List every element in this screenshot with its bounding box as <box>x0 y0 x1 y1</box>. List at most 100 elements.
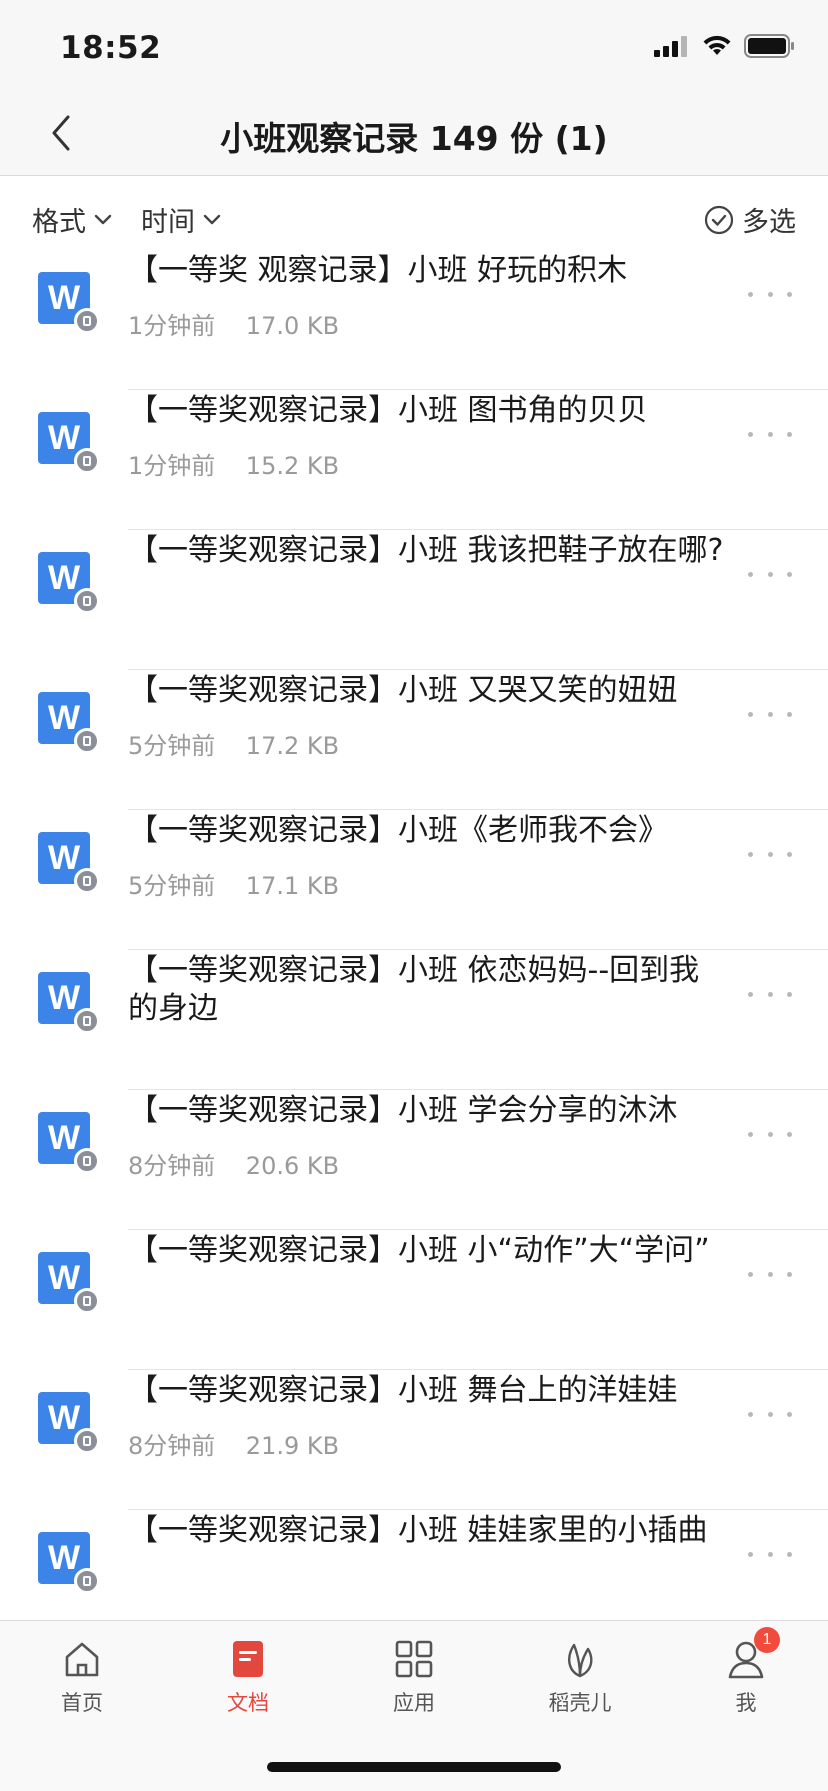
file-name: 【一等奖观察记录】小班 我该把鞋子放在哪? <box>128 533 724 568</box>
multi-select-button[interactable]: 多选 <box>704 200 796 239</box>
tab-label: 文档 <box>227 1691 269 1715</box>
file-size: 20.6 KB <box>245 1152 340 1180</box>
file-row[interactable]: W 【一等奖观察记录】小班 舞台上的洋娃娃 8分钟前 21.9 KB <box>0 1370 828 1510</box>
wps-document-icon: W <box>38 1112 100 1174</box>
leaf-icon <box>568 1643 593 1678</box>
time-filter[interactable]: 时间 <box>141 200 221 239</box>
tab-docer[interactable]: 稻壳儿 <box>520 1637 640 1717</box>
file-row[interactable]: W 【一等奖观察记录】小班 小“动作”大“学问” <box>0 1230 828 1370</box>
file-size: 17.1 KB <box>245 872 340 900</box>
battery-icon <box>744 34 794 58</box>
file-meta: 5分钟前 17.2 KB <box>128 726 339 761</box>
lock-icon <box>74 588 100 614</box>
nav-bar: 小班观察记录 149 份 (1) <box>0 90 828 176</box>
tab-label: 我 <box>735 1691 757 1715</box>
file-time: 1分钟前 <box>128 312 216 340</box>
file-name: 【一等奖观察记录】小班 依恋妈妈--回到我的身边 <box>128 953 700 1026</box>
status-icons <box>654 34 796 58</box>
file-meta: 8分钟前 20.6 KB <box>128 1146 339 1181</box>
file-time: 8分钟前 <box>128 1432 216 1460</box>
file-meta: 1分钟前 17.0 KB <box>128 306 339 341</box>
lock-icon <box>74 1148 100 1174</box>
more-options-button[interactable] <box>748 1404 792 1424</box>
page-title: 小班观察记录 149 份 (1) <box>220 119 608 158</box>
notification-badge: 1 <box>754 1627 780 1653</box>
multi-select-label: 多选 <box>742 207 796 238</box>
format-filter-label: 格式 <box>32 207 86 238</box>
time-filter-label: 时间 <box>141 207 195 238</box>
file-row[interactable]: W 【一等奖观察记录】小班 我该把鞋子放在哪? <box>0 530 828 670</box>
file-meta: 1分钟前 15.2 KB <box>128 446 339 481</box>
more-options-button[interactable] <box>748 564 792 584</box>
lock-icon <box>74 1288 100 1314</box>
apps-grid-icon <box>395 1640 433 1678</box>
more-options-button[interactable] <box>748 424 792 444</box>
file-row[interactable]: W 【一等奖观察记录】小班 图书角的贝贝 1分钟前 15.2 KB <box>0 390 828 530</box>
lock-icon <box>74 448 100 474</box>
wps-document-icon: W <box>38 1532 100 1594</box>
file-meta: 5分钟前 17.1 KB <box>128 866 339 901</box>
tab-apps[interactable]: 应用 <box>354 1637 474 1717</box>
lock-icon <box>74 1568 100 1594</box>
check-circle-icon <box>704 205 734 234</box>
home-icon <box>65 1642 99 1677</box>
file-name: 【一等奖观察记录】小班 图书角的贝贝 <box>128 393 648 428</box>
tab-label: 首页 <box>61 1691 103 1715</box>
cellular-signal-icon <box>654 36 687 57</box>
file-name: 【一等奖观察记录】小班 娃娃家里的小插曲 <box>128 1513 708 1548</box>
file-row[interactable]: W 【一等奖 观察记录】小班 好玩的积木 1分钟前 17.0 KB <box>0 250 828 390</box>
tab-me[interactable]: 1 我 <box>686 1627 806 1717</box>
lock-icon <box>74 308 100 334</box>
lock-icon <box>74 728 100 754</box>
lock-icon <box>74 1428 100 1454</box>
lock-icon <box>74 868 100 894</box>
file-row[interactable]: W 【一等奖观察记录】小班《老师我不会》 5分钟前 17.1 KB <box>0 810 828 950</box>
file-name: 【一等奖 观察记录】小班 好玩的积木 <box>128 253 628 288</box>
file-time: 5分钟前 <box>128 732 216 760</box>
more-options-button[interactable] <box>748 284 792 304</box>
status-bar: 18:52 <box>0 0 828 90</box>
wps-document-icon: W <box>38 692 100 754</box>
wps-document-icon: W <box>38 412 100 474</box>
wifi-icon <box>703 35 731 55</box>
file-size: 17.2 KB <box>245 732 340 760</box>
chevron-down-icon <box>203 214 221 224</box>
tab-label: 稻壳儿 <box>548 1691 612 1715</box>
wps-document-icon: W <box>38 552 100 614</box>
wps-document-icon: W <box>38 832 100 894</box>
file-name: 【一等奖观察记录】小班 小“动作”大“学问” <box>128 1233 710 1268</box>
file-name: 【一等奖观察记录】小班 学会分享的沐沐 <box>128 1093 678 1128</box>
more-options-button[interactable] <box>748 1264 792 1284</box>
file-list: W 【一等奖 观察记录】小班 好玩的积木 1分钟前 17.0 KB W 【一等奖… <box>0 250 828 1620</box>
file-time: 5分钟前 <box>128 872 216 900</box>
tab-label: 应用 <box>393 1691 435 1715</box>
format-filter[interactable]: 格式 <box>32 200 112 239</box>
tab-home[interactable]: 首页 <box>22 1637 142 1717</box>
file-time: 8分钟前 <box>128 1152 216 1180</box>
more-options-button[interactable] <box>748 1544 792 1564</box>
file-row[interactable]: W 【一等奖观察记录】小班 娃娃家里的小插曲 <box>0 1510 828 1620</box>
lock-icon <box>74 1008 100 1034</box>
home-indicator <box>267 1762 561 1772</box>
more-options-button[interactable] <box>748 844 792 864</box>
file-size: 15.2 KB <box>245 452 340 480</box>
file-meta: 8分钟前 21.9 KB <box>128 1426 339 1461</box>
document-icon <box>233 1641 263 1677</box>
more-options-button[interactable] <box>748 1124 792 1144</box>
file-size: 21.9 KB <box>245 1432 340 1460</box>
wps-document-icon: W <box>38 272 100 334</box>
tab-documents[interactable]: 文档 <box>188 1637 308 1717</box>
file-name: 【一等奖观察记录】小班 舞台上的洋娃娃 <box>128 1373 678 1408</box>
more-options-button[interactable] <box>748 984 792 1004</box>
filter-bar: 格式 时间 多选 <box>0 176 828 260</box>
file-row[interactable]: W 【一等奖观察记录】小班 学会分享的沐沐 8分钟前 20.6 KB <box>0 1090 828 1230</box>
status-time: 18:52 <box>60 30 162 66</box>
more-options-button[interactable] <box>748 704 792 724</box>
file-name: 【一等奖观察记录】小班《老师我不会》 <box>128 813 668 848</box>
file-name: 【一等奖观察记录】小班 又哭又笑的妞妞 <box>128 673 678 708</box>
file-size: 17.0 KB <box>245 312 340 340</box>
chevron-down-icon <box>94 214 112 224</box>
wps-document-icon: W <box>38 1252 100 1314</box>
file-row[interactable]: W 【一等奖观察记录】小班 依恋妈妈--回到我的身边 <box>0 950 828 1090</box>
file-row[interactable]: W 【一等奖观察记录】小班 又哭又笑的妞妞 5分钟前 17.2 KB <box>0 670 828 810</box>
